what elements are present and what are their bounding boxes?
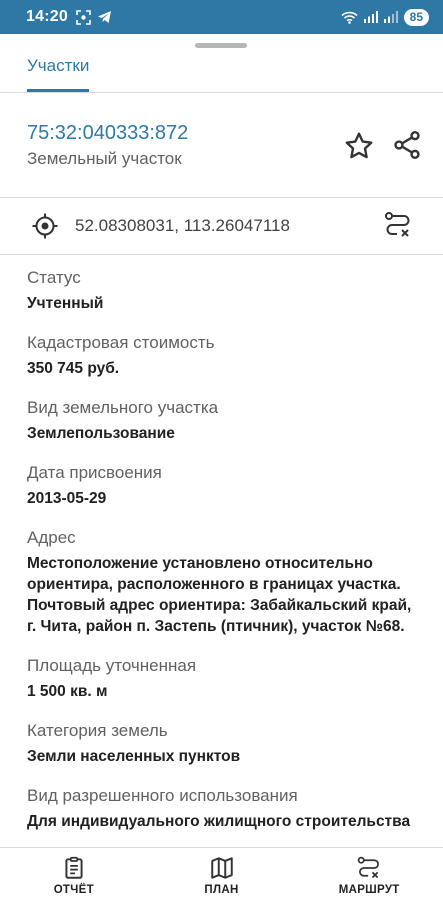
property-value: Для индивидуального жилищного строительс… xyxy=(27,813,411,830)
property-land-category: Категория земель Земли населенных пункто… xyxy=(27,718,422,767)
cadastral-number[interactable]: 75:32:040333:872 xyxy=(27,122,188,145)
status-bar: 14:20 85 xyxy=(0,0,443,34)
share-button[interactable] xyxy=(391,129,423,161)
property-label: Статус xyxy=(27,268,81,287)
property-assignment-date: Дата присвоения 2013-05-29 xyxy=(27,460,422,509)
property-cadastral-cost: Кадастровая стоимость 350 745 руб. xyxy=(27,330,422,379)
property-land-type: Вид земельного участка Землепользование xyxy=(27,395,422,444)
tab-plots[interactable]: Участки xyxy=(27,52,89,92)
screenshot-icon xyxy=(76,9,91,25)
property-label: Адрес xyxy=(27,528,76,547)
favorite-button[interactable] xyxy=(343,130,375,162)
route-clear-icon xyxy=(385,212,410,237)
telegram-icon xyxy=(97,11,111,23)
bottom-navigation: ОТЧЁТ ПЛАН МАРШРУТ xyxy=(0,847,443,901)
nav-plan[interactable]: ПЛАН xyxy=(148,848,296,901)
status-time: 14:20 xyxy=(26,8,68,25)
wifi-icon xyxy=(341,11,358,24)
object-type: Земельный участок xyxy=(27,149,182,168)
nav-label: ПЛАН xyxy=(204,884,239,896)
nav-report[interactable]: ОТЧЁТ xyxy=(0,848,148,901)
property-label: Площадь уточненная xyxy=(27,656,197,675)
property-value: 2013-05-29 xyxy=(27,490,107,507)
tab-active-indicator xyxy=(27,89,89,92)
report-icon xyxy=(65,856,83,879)
property-area: Площадь уточненная 1 500 кв. м xyxy=(27,653,422,702)
battery-indicator: 85 xyxy=(403,8,429,26)
property-value: Земли населенных пунктов xyxy=(27,748,241,765)
route-icon xyxy=(357,856,380,879)
star-icon xyxy=(345,132,373,159)
bottom-sheet: Участки 75:32:040333:872 Земельный участ… xyxy=(0,34,443,901)
target-icon[interactable] xyxy=(31,212,59,240)
signal-icon xyxy=(383,11,398,23)
tab-bar: Участки xyxy=(0,52,443,93)
nav-route[interactable]: МАРШРУТ xyxy=(295,848,443,901)
property-label: Категория земель xyxy=(27,721,168,740)
property-value: Землепользование xyxy=(27,425,175,442)
property-value: 350 745 руб. xyxy=(27,360,120,377)
property-status: Статус Учтенный xyxy=(27,265,422,314)
property-value: 1 500 кв. м xyxy=(27,683,108,700)
property-label: Дата присвоения xyxy=(27,463,162,482)
object-header: 75:32:040333:872 Земельный участок xyxy=(0,93,443,198)
map-icon xyxy=(210,857,233,879)
property-label: Кадастровая стоимость xyxy=(27,333,215,352)
property-value: Учтенный xyxy=(27,295,104,312)
property-label: Вид земельного участка xyxy=(27,398,219,417)
signal-icon xyxy=(363,11,378,23)
sheet-drag-handle[interactable] xyxy=(195,43,247,48)
route-clear-button[interactable] xyxy=(383,210,413,240)
coordinates-text[interactable]: 52.08308031, 113.26047118 xyxy=(75,216,290,236)
property-address: Адрес Местоположение установлено относит… xyxy=(27,525,422,637)
nav-label: ОТЧЁТ xyxy=(53,884,94,896)
properties-list: Статус Учтенный Кадастровая стоимость 35… xyxy=(27,265,422,848)
property-label: Вид разрешенного использования xyxy=(27,786,298,805)
property-permitted-use: Вид разрешенного использования Для индив… xyxy=(27,783,422,832)
property-value: Местоположение установлено относительно … xyxy=(27,555,412,635)
share-icon xyxy=(394,131,420,159)
nav-label: МАРШРУТ xyxy=(338,884,400,896)
coordinates-row: 52.08308031, 113.26047118 xyxy=(0,198,443,255)
